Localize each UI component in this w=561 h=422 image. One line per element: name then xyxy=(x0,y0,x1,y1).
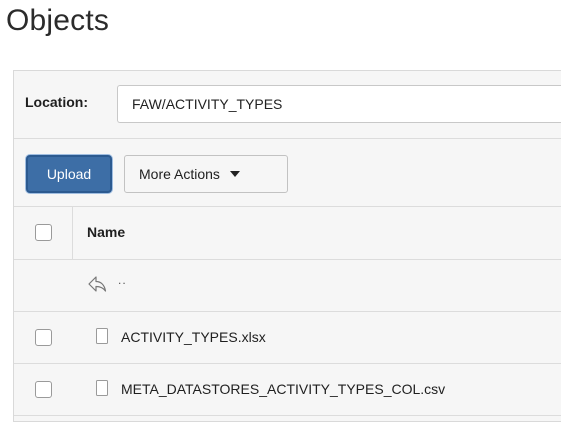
objects-panel: Location: Upload More Actions Name .. xyxy=(13,70,561,422)
row-checkbox[interactable] xyxy=(35,381,52,398)
toolbar: Upload More Actions xyxy=(14,139,561,207)
file-icon xyxy=(96,328,108,344)
location-input[interactable] xyxy=(117,85,561,123)
file-name-link[interactable]: META_DATASTORES_ACTIVITY_TYPES_COL.csv xyxy=(121,381,445,397)
file-name-link[interactable]: ACTIVITY_TYPES.xlsx xyxy=(121,329,266,345)
location-label: Location: xyxy=(25,94,88,110)
page-title: Objects xyxy=(6,4,110,37)
objects-table: Name .. ACTIVITY_TYPES.xlsx META_DATASTO… xyxy=(14,207,561,416)
parent-folder-row[interactable]: .. xyxy=(14,260,561,312)
more-actions-label: More Actions xyxy=(139,166,220,182)
back-arrow-icon[interactable] xyxy=(87,275,107,293)
select-all-checkbox[interactable] xyxy=(35,224,52,241)
table-header: Name xyxy=(14,207,561,260)
file-icon xyxy=(96,380,108,396)
table-row[interactable]: META_DATASTORES_ACTIVITY_TYPES_COL.csv xyxy=(14,364,561,416)
parent-folder-label[interactable]: .. xyxy=(118,273,127,287)
more-actions-button[interactable]: More Actions xyxy=(124,155,288,193)
column-header-name[interactable]: Name xyxy=(87,224,125,240)
location-bar: Location: xyxy=(14,71,561,139)
row-checkbox[interactable] xyxy=(35,329,52,346)
table-row[interactable]: ACTIVITY_TYPES.xlsx xyxy=(14,312,561,364)
caret-down-icon xyxy=(229,171,240,177)
upload-button[interactable]: Upload xyxy=(26,155,112,193)
column-divider xyxy=(72,207,73,259)
